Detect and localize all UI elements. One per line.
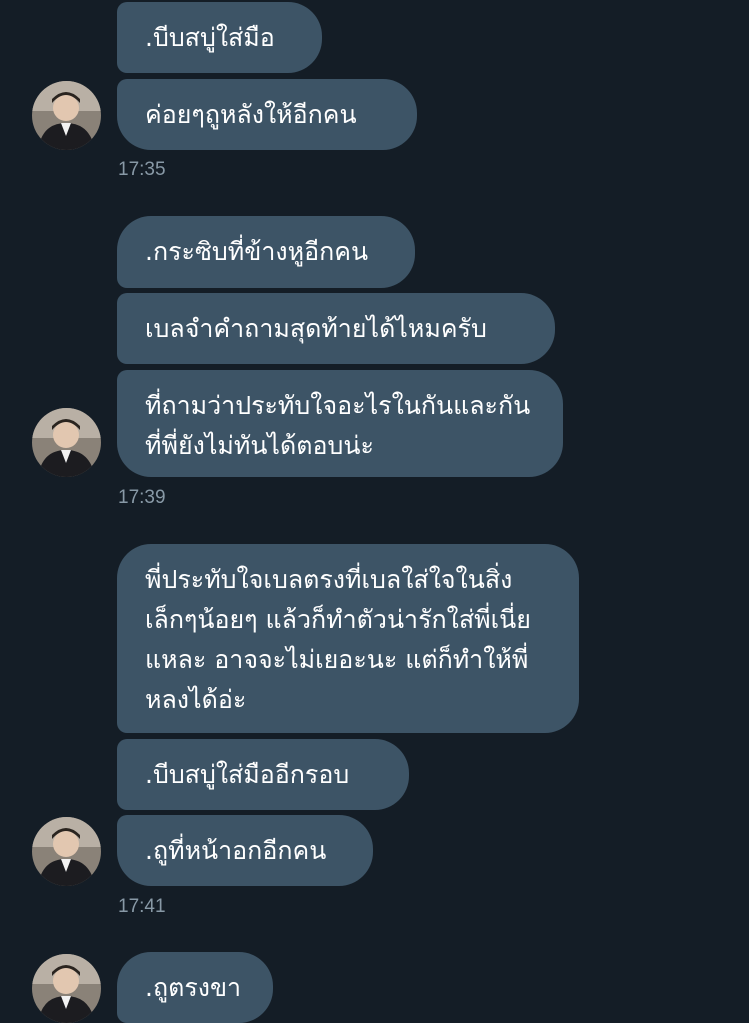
message-text: .ถูตรงขา bbox=[145, 973, 242, 1002]
message-bubble: .ถูที่หน้าอกอีกคน bbox=[117, 815, 373, 886]
message-text: .บีบสบู่ใส่มือ bbox=[145, 23, 275, 52]
message-bubble: .บีบสบู่ใส่มือ bbox=[117, 2, 322, 73]
message-bubble: ค่อยๆถูหลังให้อีกคน bbox=[117, 79, 417, 150]
message-text: ค่อยๆถูหลังให้อีกคน bbox=[145, 100, 357, 129]
avatar[interactable] bbox=[32, 817, 101, 886]
message-bubble: .บีบสบู่ใส่มืออีกรอบ bbox=[117, 739, 409, 810]
message-text: .กระซิบที่ข้างหูอีกคน bbox=[145, 237, 369, 266]
message-bubble: .ถูตรงขา bbox=[117, 952, 273, 1023]
user-avatar-icon bbox=[32, 408, 101, 477]
timestamp: 17:39 bbox=[118, 487, 166, 508]
message-text: เบลจำคำถามสุดท้ายได้ไหมครับ bbox=[145, 314, 487, 343]
message-bubble: เบลจำคำถามสุดท้ายได้ไหมครับ bbox=[117, 293, 555, 364]
message-text: ที่ถามว่าประทับใจอะไรในกันและกัน ที่พี่ย… bbox=[145, 391, 531, 460]
message-bubble: พี่ประทับใจเบลตรงที่เบลใส่ใจในสิ่งเล็กๆน… bbox=[117, 544, 579, 733]
user-avatar-icon bbox=[32, 81, 101, 150]
timestamp: 17:41 bbox=[118, 896, 166, 917]
message-text: .บีบสบู่ใส่มืออีกรอบ bbox=[145, 760, 350, 789]
avatar[interactable] bbox=[32, 408, 101, 477]
message-text: พี่ประทับใจเบลตรงที่เบลใส่ใจในสิ่งเล็กๆน… bbox=[145, 565, 531, 714]
message-bubble: .กระซิบที่ข้างหูอีกคน bbox=[117, 216, 415, 288]
avatar[interactable] bbox=[32, 81, 101, 150]
timestamp: 17:35 bbox=[118, 159, 166, 180]
user-avatar-icon bbox=[32, 817, 101, 886]
user-avatar-icon bbox=[32, 954, 101, 1023]
avatar[interactable] bbox=[32, 954, 101, 1023]
message-text: .ถูที่หน้าอกอีกคน bbox=[145, 836, 327, 865]
message-bubble: ที่ถามว่าประทับใจอะไรในกันและกัน ที่พี่ย… bbox=[117, 370, 563, 477]
